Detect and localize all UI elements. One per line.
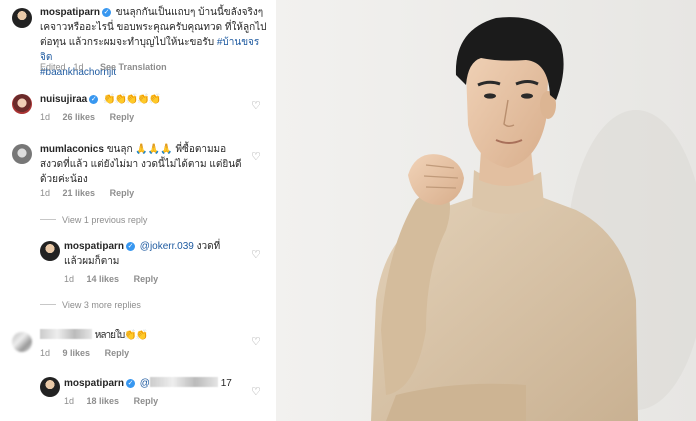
heart-icon[interactable]: ♡ xyxy=(251,387,261,398)
view-replies-button[interactable]: View 3 more replies xyxy=(40,300,141,310)
avatar[interactable] xyxy=(12,332,32,352)
verified-badge-icon: ✓ xyxy=(102,8,112,17)
divider-line xyxy=(40,304,56,305)
redacted-username xyxy=(40,329,92,339)
avatar[interactable] xyxy=(12,144,32,164)
mention-link[interactable]: @ xyxy=(140,378,150,389)
comment-body-1: ขนลุก 🙏🙏🙏 พี่ซื้อตามมอ xyxy=(106,144,227,155)
reply-button[interactable]: Reply xyxy=(110,112,135,122)
comment-meta: 1d 9 likes Reply xyxy=(40,348,129,358)
verified-badge-icon: ✓ xyxy=(89,95,99,104)
reply-button[interactable]: Reply xyxy=(134,274,159,284)
avatar[interactable] xyxy=(12,94,32,114)
caption-meta: Edited · 1d See Translation xyxy=(40,62,167,72)
heart-icon[interactable]: ♡ xyxy=(251,101,261,112)
avatar[interactable] xyxy=(40,377,60,397)
see-translation-link[interactable]: See Translation xyxy=(100,62,167,72)
comment-text: mumlaconics ขนลุก 🙏🙏🙏 พี่ซื้อตามมอ สงวดท… xyxy=(40,142,250,187)
comment-likes[interactable]: 18 likes xyxy=(87,396,120,406)
comment-text: mospatiparn ✓ @jokerr.039 งวดที่ แล้วผมก็… xyxy=(64,239,244,269)
comment-likes[interactable]: 14 likes xyxy=(87,274,120,284)
comment-meta: 1d 14 likes Reply xyxy=(64,274,158,284)
reply-button[interactable]: Reply xyxy=(110,188,135,198)
divider-line xyxy=(40,219,56,220)
reply-button[interactable]: Reply xyxy=(134,396,159,406)
comment-time: 1d xyxy=(64,396,75,406)
reply-button[interactable]: Reply xyxy=(105,348,130,358)
portrait-image xyxy=(276,0,696,421)
avatar[interactable] xyxy=(12,8,32,28)
comment-likes[interactable]: 21 likes xyxy=(63,188,96,198)
comment-time: 1d xyxy=(40,112,51,122)
post-photo xyxy=(276,0,696,421)
comment-likes[interactable]: 9 likes xyxy=(63,348,91,358)
comment-body: หลายใบ👏👏 xyxy=(94,330,148,341)
comment-body-2: สงวดที่แล้ว แต่ยังไม่มา งวดนี้ไม่ได้ตาม … xyxy=(40,159,242,170)
comment-time: 1d xyxy=(40,188,51,198)
comment-body-3: ด้วยค่ะน้อง xyxy=(40,174,88,185)
comment-meta: 1d 21 likes Reply xyxy=(40,188,134,198)
comment-text: nuisujiraa ✓ 👏👏👏👏👏 xyxy=(40,92,240,107)
comment-body: 17 xyxy=(220,378,232,389)
caption-text-3: ต่อทุน แล้วกระผมจะทำบุญไปให้นะขอรับ xyxy=(40,37,215,48)
comment-body: 👏👏👏👏👏 xyxy=(103,94,161,105)
comment-username[interactable]: mospatiparn xyxy=(64,378,124,389)
comment-likes[interactable]: 26 likes xyxy=(63,112,96,122)
caption-username[interactable]: mospatiparn xyxy=(40,7,100,18)
view-replies-label: View 3 more replies xyxy=(62,300,141,310)
verified-badge-icon: ✓ xyxy=(126,242,136,251)
comment-username[interactable]: mumlaconics xyxy=(40,144,104,155)
redacted-mention xyxy=(149,377,218,387)
comment-text: mospatiparn ✓ @ 17 xyxy=(64,376,254,391)
screenshot: mospatiparn ✓ ขนลุกกันเป็นแถบๆ บ้านนี้ขลั… xyxy=(0,0,696,421)
caption-text-2: เคจาวหรืออะไรนี่ ขอบพระคุณครับคุณทวด ที่… xyxy=(40,22,267,33)
verified-badge-icon: ✓ xyxy=(126,379,136,388)
comment-body-2: แล้วผมก็ตาม xyxy=(64,256,120,267)
heart-icon[interactable]: ♡ xyxy=(251,337,261,348)
comment-meta: 1d 18 likes Reply xyxy=(64,396,158,406)
comment-time: 1d xyxy=(64,274,75,284)
edited-label: Edited · 1d xyxy=(40,62,84,72)
comment-text: หลายใบ👏👏 xyxy=(40,328,240,343)
comments-panel: mospatiparn ✓ ขนลุกกันเป็นแถบๆ บ้านนี้ขลั… xyxy=(0,0,276,421)
comment-time: 1d xyxy=(40,348,51,358)
caption-text-1: ขนลุกกันเป็นแถบๆ บ้านนี้ขลังจริงๆ xyxy=(115,7,264,18)
mention-link[interactable]: @jokerr.039 xyxy=(140,241,194,252)
comment-username[interactable]: mospatiparn xyxy=(64,241,124,252)
comment-body-1: งวดที่ xyxy=(193,241,221,252)
view-replies-label: View 1 previous reply xyxy=(62,215,148,225)
avatar[interactable] xyxy=(40,241,60,261)
heart-icon[interactable]: ♡ xyxy=(251,250,261,261)
view-replies-button[interactable]: View 1 previous reply xyxy=(40,215,147,225)
comment-meta: 1d 26 likes Reply xyxy=(40,112,134,122)
heart-icon[interactable]: ♡ xyxy=(251,152,261,163)
comment-username[interactable]: nuisujiraa xyxy=(40,94,87,105)
